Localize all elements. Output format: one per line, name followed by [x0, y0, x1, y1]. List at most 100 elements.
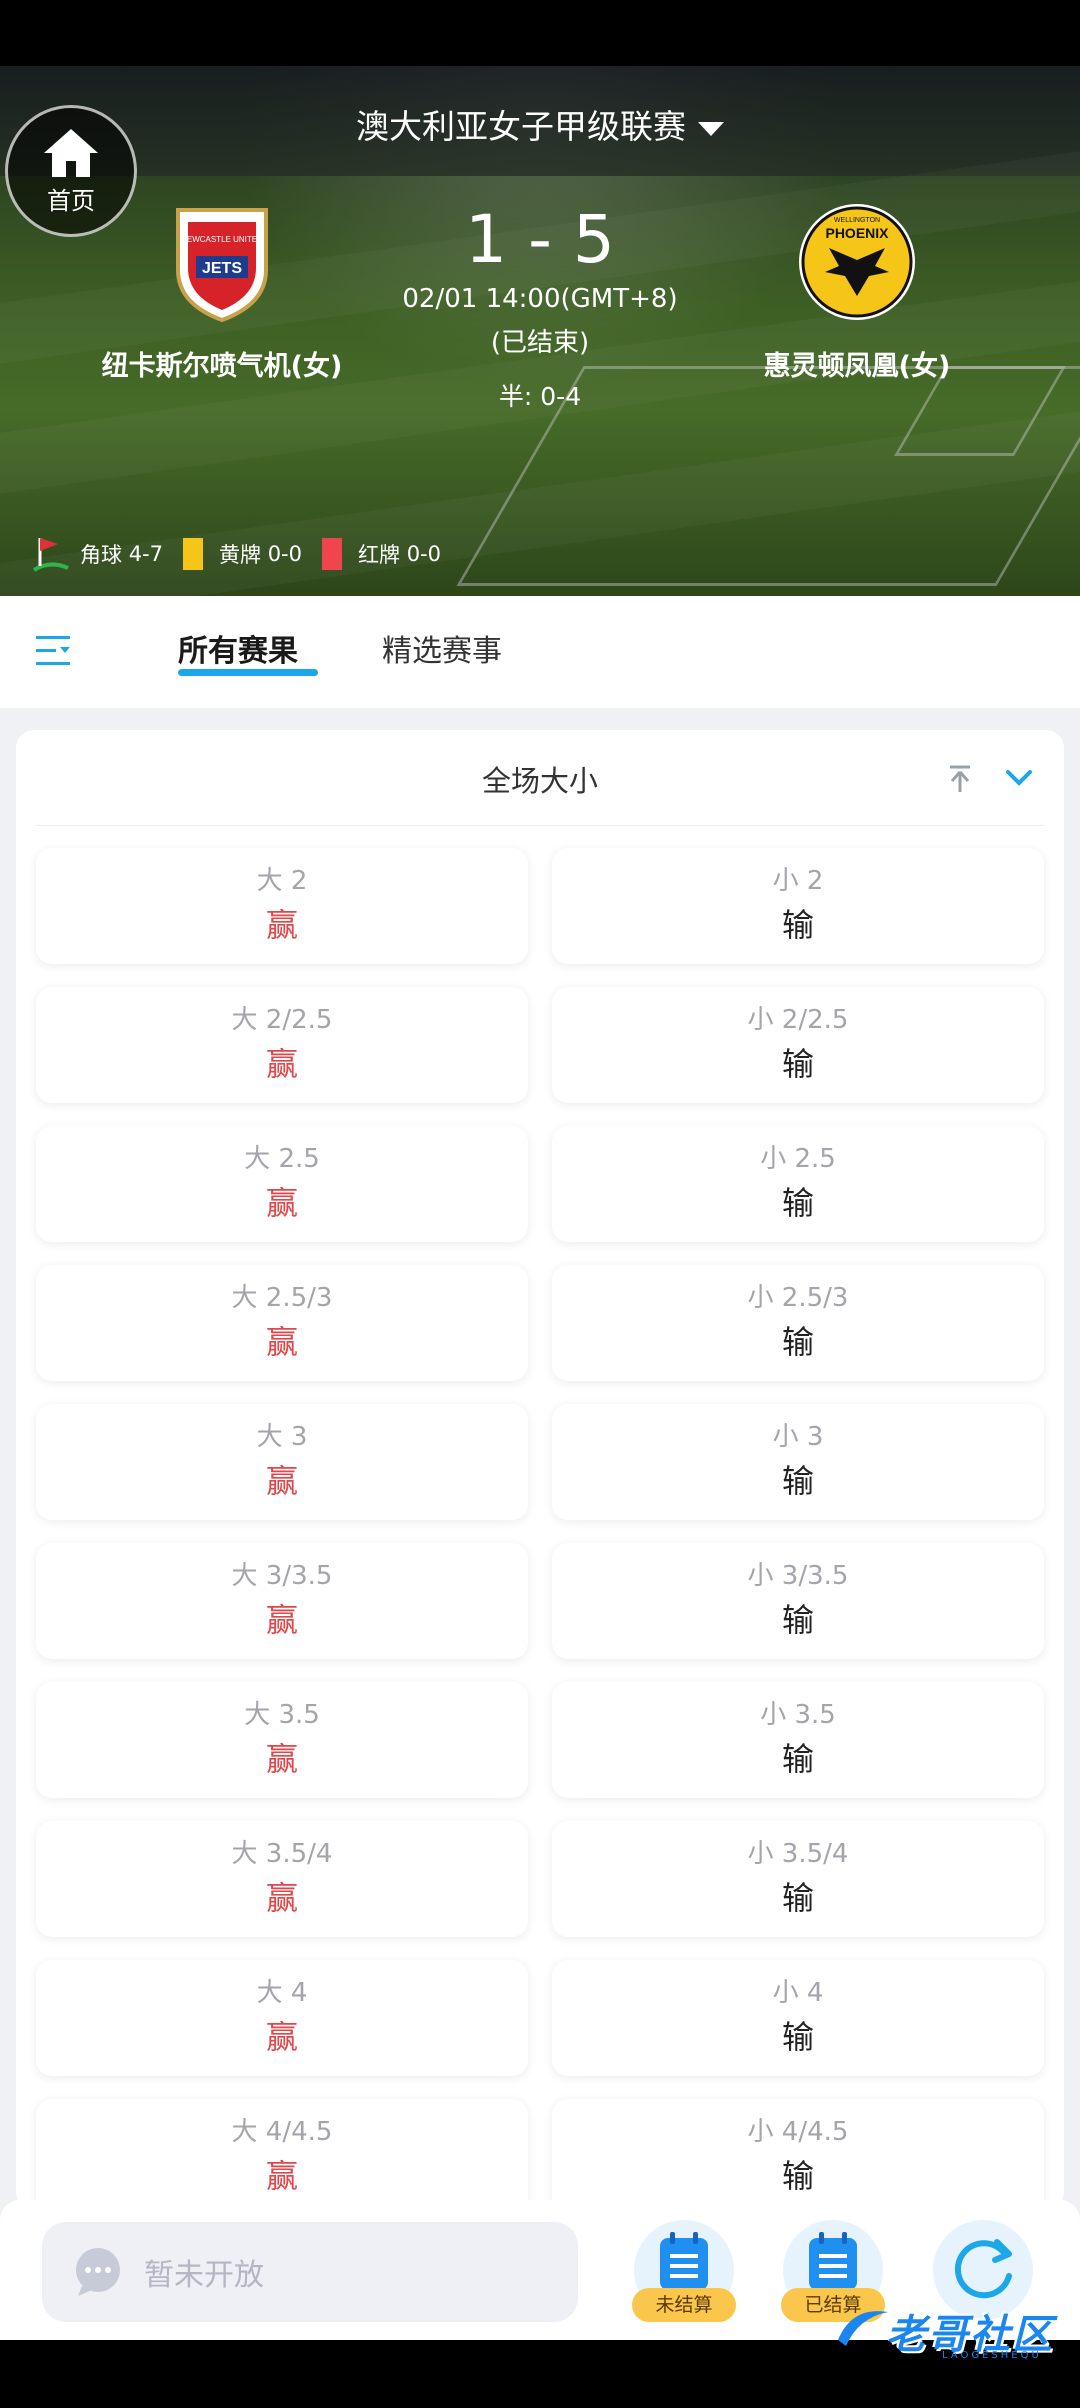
match-stats: 角球 4-7 黄牌 0-0 红牌 0-0	[30, 534, 461, 574]
active-tab-indicator	[178, 669, 318, 676]
caret-down-icon	[698, 121, 724, 136]
over-option[interactable]: 大 4 赢	[36, 1960, 528, 2076]
under-result: 输	[781, 1462, 814, 1500]
under-option[interactable]: 小 4/4.5 输	[552, 2099, 1044, 2210]
over-option[interactable]: 大 4/4.5 赢	[36, 2099, 528, 2210]
market-row: 大 3.5 赢 小 3.5 输	[16, 1682, 1064, 1798]
corner-stat: 角球 4-7	[30, 534, 163, 574]
over-result: 赢	[265, 1740, 298, 1778]
under-line: 小 3.5/4	[747, 1839, 849, 1869]
over-option[interactable]: 大 3.5/4 赢	[36, 1821, 528, 1937]
over-line: 大 3	[256, 1422, 308, 1452]
under-option[interactable]: 小 2.5/3 输	[552, 1265, 1044, 1381]
settled-list-icon	[809, 2232, 857, 2290]
over-result: 赢	[265, 1879, 298, 1917]
over-result: 赢	[265, 1045, 298, 1083]
over-line: 大 2.5	[244, 1144, 320, 1174]
svg-text:WELLINGTON: WELLINGTON	[834, 217, 880, 224]
corner-label: 角球	[80, 543, 122, 567]
over-result: 赢	[265, 1184, 298, 1222]
under-line: 小 2/2.5	[747, 1005, 849, 1035]
market-row: 大 3.5/4 赢 小 3.5/4 输	[16, 1821, 1064, 1937]
under-option[interactable]: 小 2/2.5 输	[552, 987, 1044, 1103]
market-row: 大 2.5 赢 小 2.5 输	[16, 1126, 1064, 1242]
market-row: 大 2 赢 小 2 输	[16, 848, 1064, 964]
unsettled-button[interactable]: 未结算	[632, 2220, 736, 2322]
over-option[interactable]: 大 2 赢	[36, 848, 528, 964]
over-line: 大 3.5/4	[231, 1839, 333, 1869]
over-line: 大 2	[256, 866, 308, 896]
half-value: 0-4	[540, 382, 582, 411]
market-panel: 全场大小 大 2 赢 小 2 输 大 2/2.5 赢 小 2/2.5 输 大 2.5 赢 …	[16, 730, 1064, 2210]
under-result: 输	[781, 1184, 814, 1222]
red-value: 0-0	[406, 542, 441, 566]
market-row: 大 3/3.5 赢 小 3/3.5 输	[16, 1543, 1064, 1659]
over-line: 大 4/4.5	[231, 2117, 333, 2147]
under-line: 小 3/3.5	[747, 1561, 849, 1591]
pin-top-icon[interactable]	[946, 764, 974, 794]
under-line: 小 2	[772, 866, 824, 896]
red-card-stat: 红牌 0-0	[322, 538, 441, 570]
tab-selected-matches[interactable]: 精选赛事	[382, 626, 502, 670]
svg-text:PHOENIX: PHOENIX	[825, 225, 889, 241]
league-name: 澳大利亚女子甲级联赛	[356, 107, 686, 146]
over-option[interactable]: 大 3.5 赢	[36, 1682, 528, 1798]
status-bar	[0, 0, 1080, 66]
market-row: 大 2.5/3 赢 小 2.5/3 输	[16, 1265, 1064, 1381]
under-result: 输	[781, 2157, 814, 2195]
over-option[interactable]: 大 2/2.5 赢	[36, 987, 528, 1103]
over-option[interactable]: 大 3 赢	[36, 1404, 528, 1520]
over-result: 赢	[265, 1462, 298, 1500]
final-score: 1 - 5	[465, 201, 615, 278]
over-result: 赢	[265, 2157, 298, 2195]
under-result: 输	[781, 1740, 814, 1778]
home-team-logo: NEWCASTLE UNITED JETS	[176, 208, 268, 323]
under-line: 小 4/4.5	[747, 2117, 849, 2147]
market-row: 大 4 赢 小 4 输	[16, 1960, 1064, 2076]
under-result: 输	[781, 1879, 814, 1917]
under-option[interactable]: 小 3.5/4 输	[552, 1821, 1044, 1937]
away-team-name: 惠灵顿凤凰(女)	[763, 351, 951, 382]
under-option[interactable]: 小 2.5 输	[552, 1126, 1044, 1242]
over-line: 大 2/2.5	[231, 1005, 333, 1035]
tab-all-results[interactable]: 所有赛果	[178, 626, 318, 676]
league-selector[interactable]: 澳大利亚女子甲级联赛	[0, 100, 1080, 148]
svg-text:NEWCASTLE UNITED: NEWCASTLE UNITED	[181, 235, 263, 244]
over-result: 赢	[265, 1601, 298, 1639]
home-team: NEWCASTLE UNITED JETS 纽卡斯尔喷气机(女)	[72, 200, 372, 383]
over-line: 大 3.5	[244, 1700, 320, 1730]
under-option[interactable]: 小 2 输	[552, 848, 1044, 964]
over-result: 赢	[265, 1323, 298, 1361]
yellow-label: 黄牌	[219, 543, 261, 567]
over-option[interactable]: 大 2.5/3 赢	[36, 1265, 528, 1381]
under-option[interactable]: 小 3/3.5 输	[552, 1543, 1044, 1659]
home-team-name: 纽卡斯尔喷气机(女)	[101, 351, 343, 382]
chat-placeholder: 暂未开放	[144, 2258, 264, 2293]
over-result: 赢	[265, 2018, 298, 2056]
market-header: 全场大小	[36, 730, 1044, 826]
tab-selected-label: 精选赛事	[382, 634, 502, 669]
filter-menu-icon[interactable]	[36, 634, 72, 668]
market-title: 全场大小	[481, 764, 598, 798]
over-option[interactable]: 大 2.5 赢	[36, 1126, 528, 1242]
chevron-down-icon[interactable]	[1004, 766, 1034, 790]
tabs-bar: 所有赛果 精选赛事	[0, 596, 1080, 708]
over-option[interactable]: 大 3/3.5 赢	[36, 1543, 528, 1659]
under-line: 小 4	[772, 1978, 824, 2008]
yellow-card-stat: 黄牌 0-0	[183, 538, 302, 570]
under-line: 小 2.5	[760, 1144, 836, 1174]
swoosh-icon	[838, 2311, 888, 2346]
chat-bubble-icon	[76, 2248, 120, 2296]
market-grid: 大 2 赢 小 2 输 大 2/2.5 赢 小 2/2.5 输 大 2.5 赢 小 2.5…	[16, 848, 1064, 2210]
match-status: (已结束)	[490, 328, 590, 358]
market-row: 大 4/4.5 赢 小 4/4.5 输	[16, 2099, 1064, 2210]
under-option[interactable]: 小 3 输	[552, 1404, 1044, 1520]
yellow-card-icon	[183, 538, 203, 570]
chat-input[interactable]: 暂未开放	[42, 2222, 578, 2322]
under-option[interactable]: 小 4 输	[552, 1960, 1044, 2076]
under-line: 小 2.5/3	[747, 1283, 849, 1313]
under-option[interactable]: 小 3.5 输	[552, 1682, 1044, 1798]
over-line: 大 4	[256, 1978, 308, 2008]
yellow-value: 0-0	[267, 542, 302, 566]
away-team: PHOENIX WELLINGTON 惠灵顿凤凰(女)	[707, 200, 1007, 383]
